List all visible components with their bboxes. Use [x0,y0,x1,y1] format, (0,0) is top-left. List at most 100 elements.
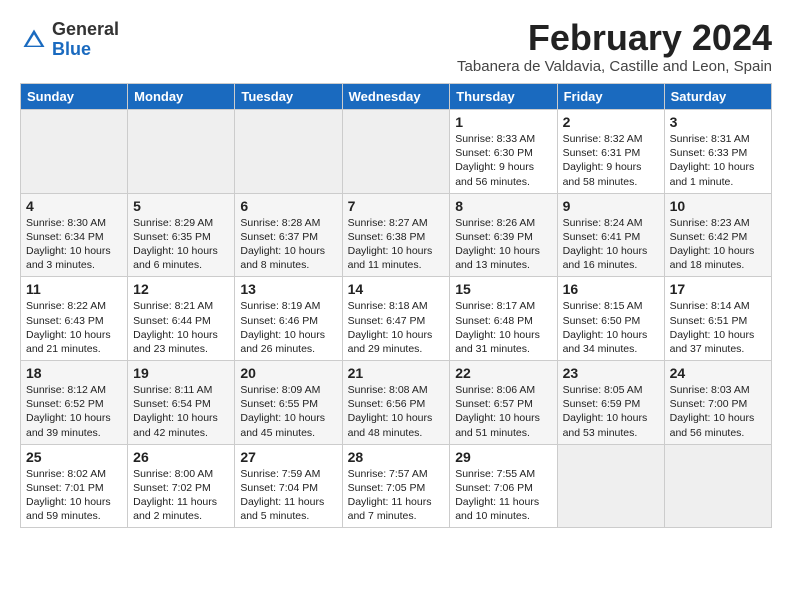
day-number: 13 [240,281,336,297]
calendar-cell: 27 Sunrise: 7:59 AM Sunset: 7:04 PM Dayli… [235,444,342,528]
calendar-week-row: 4 Sunrise: 8:30 AM Sunset: 6:34 PM Daylig… [21,193,772,277]
calendar-week-row: 18 Sunrise: 8:12 AM Sunset: 6:52 PM Dayli… [21,361,772,445]
cell-content: Sunrise: 8:09 AM Sunset: 6:55 PM Dayligh… [240,383,336,440]
calendar-header-row: SundayMondayTuesdayWednesdayThursdayFrid… [21,84,772,110]
calendar-week-row: 1Sunrise: 8:33 AM Sunset: 6:30 PM Daylig… [21,110,772,194]
day-number: 5 [133,198,229,214]
header-wednesday: Wednesday [342,84,450,110]
calendar-cell: 18 Sunrise: 8:12 AM Sunset: 6:52 PM Dayli… [21,361,128,445]
calendar-cell [21,110,128,194]
calendar-cell: 22 Sunrise: 8:06 AM Sunset: 6:57 PM Dayli… [450,361,557,445]
cell-content: Sunrise: 7:55 AM Sunset: 7:06 PM Dayligh… [455,467,551,524]
calendar-cell: 3 Sunrise: 8:31 AM Sunset: 6:33 PM Daylig… [664,110,771,194]
calendar-week-row: 11 Sunrise: 8:22 AM Sunset: 6:43 PM Dayli… [21,277,772,361]
day-number: 22 [455,365,551,381]
calendar-cell: 16 Sunrise: 8:15 AM Sunset: 6:50 PM Dayli… [557,277,664,361]
day-number: 1 [455,114,551,130]
calendar-cell: 26 Sunrise: 8:00 AM Sunset: 7:02 PM Dayli… [128,444,235,528]
day-number: 25 [26,449,122,465]
day-number: 8 [455,198,551,214]
cell-content: Sunrise: 8:26 AM Sunset: 6:39 PM Dayligh… [455,216,551,273]
cell-content: Sunrise: 8:32 AM Sunset: 6:31 PM Dayligh… [563,132,659,189]
cell-content: Sunrise: 8:30 AM Sunset: 6:34 PM Dayligh… [26,216,122,273]
day-number: 18 [26,365,122,381]
calendar-cell: 11 Sunrise: 8:22 AM Sunset: 6:43 PM Dayli… [21,277,128,361]
calendar-cell: 23 Sunrise: 8:05 AM Sunset: 6:59 PM Dayli… [557,361,664,445]
day-number: 19 [133,365,229,381]
day-number: 29 [455,449,551,465]
cell-content: Sunrise: 8:05 AM Sunset: 6:59 PM Dayligh… [563,383,659,440]
header-monday: Monday [128,84,235,110]
month-title: February 2024 [457,20,772,56]
day-number: 17 [670,281,766,297]
calendar-week-row: 25 Sunrise: 8:02 AM Sunset: 7:01 PM Dayli… [21,444,772,528]
calendar-cell: 6Sunrise: 8:28 AM Sunset: 6:37 PM Daylig… [235,193,342,277]
calendar-cell: 5 Sunrise: 8:29 AM Sunset: 6:35 PM Daylig… [128,193,235,277]
cell-content: Sunrise: 8:06 AM Sunset: 6:57 PM Dayligh… [455,383,551,440]
day-number: 26 [133,449,229,465]
cell-content: Sunrise: 8:00 AM Sunset: 7:02 PM Dayligh… [133,467,229,524]
header-tuesday: Tuesday [235,84,342,110]
calendar-cell: 21Sunrise: 8:08 AM Sunset: 6:56 PM Dayli… [342,361,450,445]
calendar-cell: 9 Sunrise: 8:24 AM Sunset: 6:41 PM Daylig… [557,193,664,277]
header-sunday: Sunday [21,84,128,110]
cell-content: Sunrise: 8:31 AM Sunset: 6:33 PM Dayligh… [670,132,766,189]
calendar-cell: 28Sunrise: 7:57 AM Sunset: 7:05 PM Dayli… [342,444,450,528]
cell-content: Sunrise: 8:12 AM Sunset: 6:52 PM Dayligh… [26,383,122,440]
calendar-cell: 24 Sunrise: 8:03 AM Sunset: 7:00 PM Dayli… [664,361,771,445]
header-saturday: Saturday [664,84,771,110]
cell-content: Sunrise: 8:18 AM Sunset: 6:47 PM Dayligh… [348,299,445,356]
cell-content: Sunrise: 8:23 AM Sunset: 6:42 PM Dayligh… [670,216,766,273]
logo-general: General [52,20,119,40]
cell-content: Sunrise: 8:15 AM Sunset: 6:50 PM Dayligh… [563,299,659,356]
day-number: 7 [348,198,445,214]
day-number: 12 [133,281,229,297]
calendar-cell: 29 Sunrise: 7:55 AM Sunset: 7:06 PM Dayli… [450,444,557,528]
calendar-cell: 8 Sunrise: 8:26 AM Sunset: 6:39 PM Daylig… [450,193,557,277]
day-number: 9 [563,198,659,214]
day-number: 14 [348,281,445,297]
day-number: 2 [563,114,659,130]
day-number: 27 [240,449,336,465]
cell-content: Sunrise: 8:22 AM Sunset: 6:43 PM Dayligh… [26,299,122,356]
day-number: 11 [26,281,122,297]
logo-blue: Blue [52,40,119,60]
calendar-cell: 19 Sunrise: 8:11 AM Sunset: 6:54 PM Dayli… [128,361,235,445]
day-number: 16 [563,281,659,297]
calendar-cell [664,444,771,528]
calendar-cell: 20Sunrise: 8:09 AM Sunset: 6:55 PM Dayli… [235,361,342,445]
calendar-cell: 4 Sunrise: 8:30 AM Sunset: 6:34 PM Daylig… [21,193,128,277]
logo-text: General Blue [52,20,119,60]
cell-content: Sunrise: 8:27 AM Sunset: 6:38 PM Dayligh… [348,216,445,273]
cell-content: Sunrise: 8:03 AM Sunset: 7:00 PM Dayligh… [670,383,766,440]
cell-content: Sunrise: 7:57 AM Sunset: 7:05 PM Dayligh… [348,467,445,524]
header-friday: Friday [557,84,664,110]
calendar-cell: 2 Sunrise: 8:32 AM Sunset: 6:31 PM Daylig… [557,110,664,194]
cell-content: Sunrise: 7:59 AM Sunset: 7:04 PM Dayligh… [240,467,336,524]
cell-content: Sunrise: 8:02 AM Sunset: 7:01 PM Dayligh… [26,467,122,524]
title-block: February 2024 Tabanera de Valdavia, Cast… [457,20,772,75]
calendar-cell: 15Sunrise: 8:17 AM Sunset: 6:48 PM Dayli… [450,277,557,361]
day-number: 3 [670,114,766,130]
day-number: 4 [26,198,122,214]
day-number: 24 [670,365,766,381]
cell-content: Sunrise: 8:08 AM Sunset: 6:56 PM Dayligh… [348,383,445,440]
logo: General Blue [20,20,119,60]
calendar-cell [128,110,235,194]
cell-content: Sunrise: 8:14 AM Sunset: 6:51 PM Dayligh… [670,299,766,356]
cell-content: Sunrise: 8:11 AM Sunset: 6:54 PM Dayligh… [133,383,229,440]
calendar-cell: 12Sunrise: 8:21 AM Sunset: 6:44 PM Dayli… [128,277,235,361]
calendar-cell [235,110,342,194]
calendar-cell: 13Sunrise: 8:19 AM Sunset: 6:46 PM Dayli… [235,277,342,361]
calendar-cell: 7 Sunrise: 8:27 AM Sunset: 6:38 PM Daylig… [342,193,450,277]
location-title: Tabanera de Valdavia, Castille and Leon,… [457,58,772,75]
day-number: 15 [455,281,551,297]
day-number: 10 [670,198,766,214]
day-number: 23 [563,365,659,381]
header-thursday: Thursday [450,84,557,110]
calendar-cell [342,110,450,194]
cell-content: Sunrise: 8:29 AM Sunset: 6:35 PM Dayligh… [133,216,229,273]
calendar-cell: 1Sunrise: 8:33 AM Sunset: 6:30 PM Daylig… [450,110,557,194]
cell-content: Sunrise: 8:24 AM Sunset: 6:41 PM Dayligh… [563,216,659,273]
day-number: 6 [240,198,336,214]
